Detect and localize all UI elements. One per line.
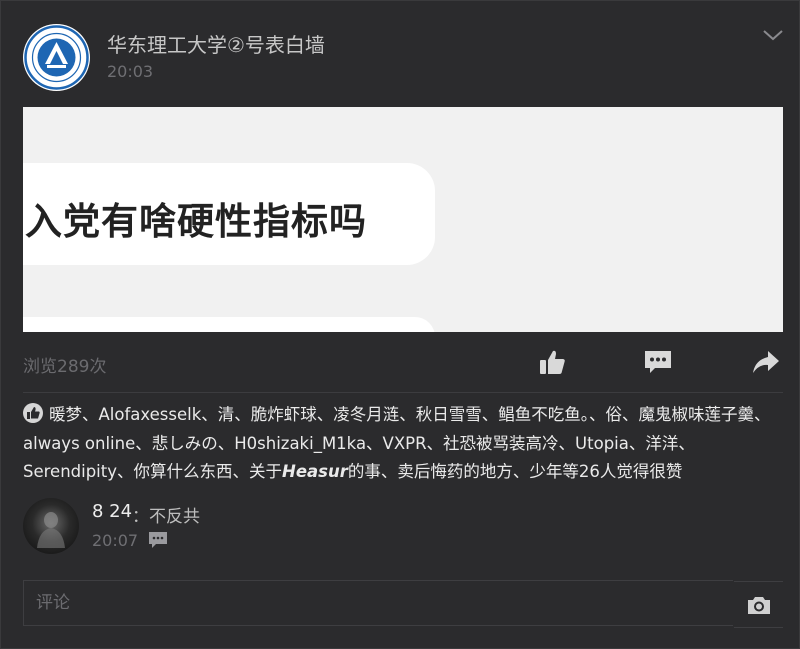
author-avatar[interactable] (23, 24, 90, 91)
post-time: 20:03 (107, 62, 154, 81)
comment-input[interactable] (23, 580, 733, 626)
comment-bubble-icon[interactable] (642, 346, 674, 378)
thumbs-up-icon[interactable] (536, 346, 568, 378)
chat-bubble-partial (23, 317, 435, 332)
reply-icon[interactable] (148, 530, 168, 550)
likes-summary: 的事、卖后悔药的地方、少年等26人觉得很赞 (347, 462, 683, 481)
comment-time: 20:07 (92, 531, 139, 550)
likes-names-emphasis: Heasur (282, 462, 348, 481)
share-arrow-icon[interactable] (750, 346, 782, 378)
university-seal-logo (24, 25, 89, 90)
commenter-name[interactable]: 8 24 (92, 501, 132, 522)
chevron-down-icon[interactable] (760, 24, 786, 46)
author-name[interactable]: 华东理工大学②号表白墙 (107, 29, 325, 58)
commenter-avatar[interactable] (23, 498, 79, 554)
likes-list: 暖梦、Alofaxesselk、清、脆炸虾球、凌冬月涟、秋日雪雪、鲳鱼不吃鱼。、… (23, 401, 778, 487)
thumbs-up-badge-icon (23, 403, 43, 423)
view-count: 浏览289次 (23, 357, 107, 377)
divider (23, 392, 783, 393)
post-image-text: 入党有啥硬性指标吗 (25, 200, 367, 243)
post-image[interactable]: 入党有啥硬性指标吗 (23, 107, 783, 332)
camera-icon[interactable] (734, 581, 783, 628)
comment-text: ：不反共 (132, 507, 200, 527)
